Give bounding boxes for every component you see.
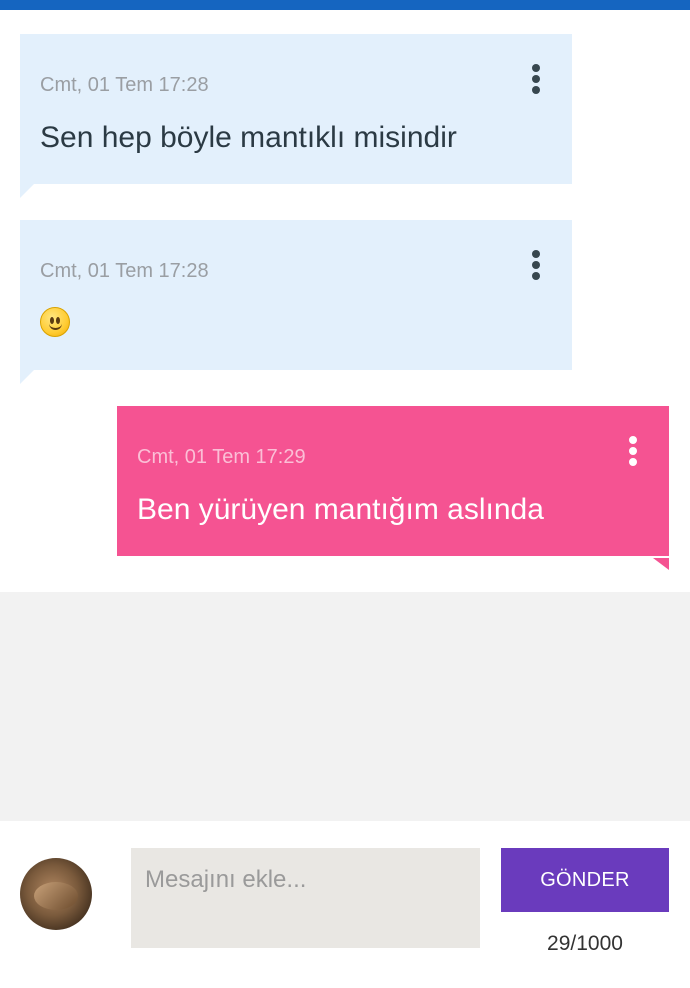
smiling-face-emoji-icon	[40, 307, 70, 337]
more-vert-icon[interactable]	[623, 434, 643, 468]
send-button[interactable]: GÖNDER	[501, 848, 669, 912]
bubble-tail	[653, 558, 669, 570]
chat-empty-area	[0, 592, 690, 821]
user-avatar	[20, 858, 92, 930]
bubble-tail	[20, 370, 34, 384]
bubble-tail	[20, 184, 34, 198]
message-timestamp: Cmt, 01 Tem 17:28	[40, 74, 209, 96]
message-bubble-received: Cmt, 01 Tem 17:28	[20, 220, 572, 384]
message-input[interactable]	[131, 848, 480, 948]
message-bubble-received: Cmt, 01 Tem 17:28 Sen hep böyle mantıklı…	[20, 34, 572, 198]
message-timestamp: Cmt, 01 Tem 17:28	[40, 260, 209, 282]
top-bar	[0, 0, 690, 10]
message-text: Sen hep böyle mantıklı misindir	[40, 121, 457, 154]
more-vert-icon[interactable]	[526, 248, 546, 282]
message-bubble-sent: Cmt, 01 Tem 17:29 Ben yürüyen mantığım a…	[117, 406, 669, 570]
message-timestamp: Cmt, 01 Tem 17:29	[137, 446, 306, 468]
more-vert-icon[interactable]	[526, 62, 546, 96]
message-text: Ben yürüyen mantığım aslında	[137, 493, 544, 526]
character-counter: 29/1000	[547, 932, 623, 955]
